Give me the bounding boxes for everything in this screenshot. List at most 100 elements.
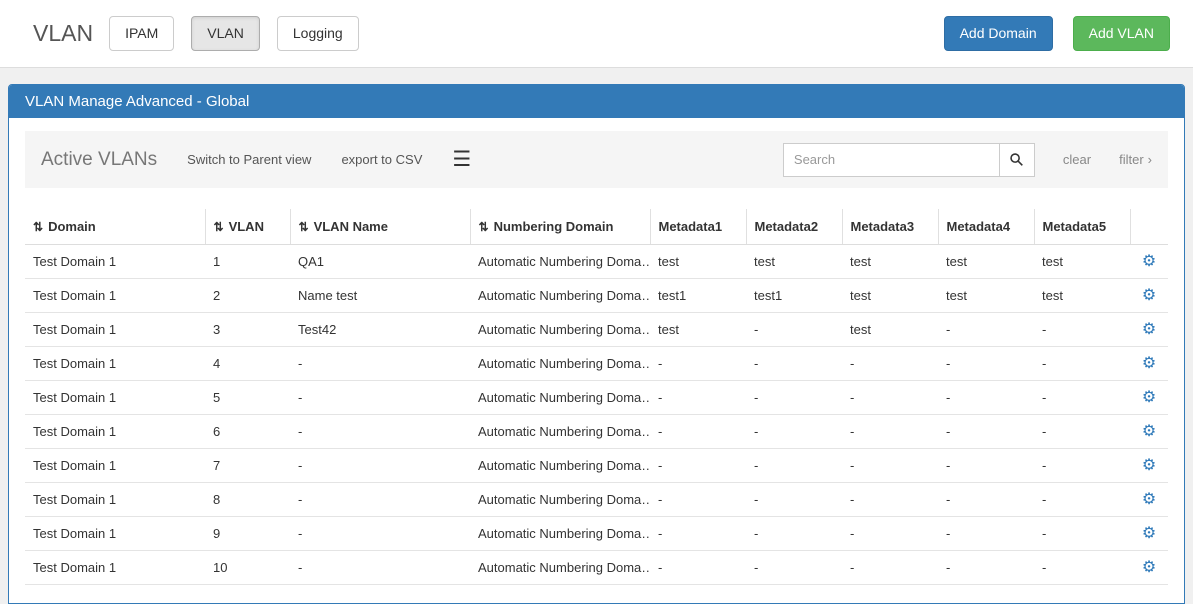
table-row: Test Domain 16-Automatic Numbering Doma……: [25, 415, 1168, 449]
column-header-actions: [1130, 209, 1168, 245]
table-body: Test Domain 11QA1Automatic Numbering Dom…: [25, 245, 1168, 585]
table-cell: -: [938, 347, 1034, 381]
table-cell: Automatic Numbering Doma…: [470, 279, 650, 313]
column-header-metadata1: Metadata1: [650, 209, 746, 245]
sort-icon: ⇅: [479, 220, 489, 234]
table-cell: -: [938, 381, 1034, 415]
table-cell: -: [746, 449, 842, 483]
row-actions-cell: ⚙: [1130, 381, 1168, 415]
table-cell: 9: [205, 517, 290, 551]
table-cell: Automatic Numbering Doma…: [470, 449, 650, 483]
table-cell: Automatic Numbering Doma…: [470, 381, 650, 415]
table-cell: -: [938, 483, 1034, 517]
table-cell: -: [842, 415, 938, 449]
switch-parent-view-link[interactable]: Switch to Parent view: [187, 152, 311, 167]
column-header-metadata3: Metadata3: [842, 209, 938, 245]
row-actions-cell: ⚙: [1130, 551, 1168, 585]
table-header-row: ⇅Domain⇅VLAN⇅VLAN Name⇅Numbering DomainM…: [25, 209, 1168, 245]
table-cell: -: [1034, 313, 1130, 347]
nav-button-vlan[interactable]: VLAN: [191, 16, 260, 52]
table-row: Test Domain 15-Automatic Numbering Doma……: [25, 381, 1168, 415]
nav-button-logging[interactable]: Logging: [277, 16, 359, 52]
table-cell: 10: [205, 551, 290, 585]
toolbar-heading: Active VLANs: [41, 149, 157, 171]
search-button[interactable]: [999, 143, 1035, 177]
gear-icon[interactable]: ⚙: [1142, 355, 1156, 372]
search-group: [783, 143, 1035, 177]
table-cell: -: [746, 313, 842, 347]
table-cell: -: [290, 517, 470, 551]
gear-icon[interactable]: ⚙: [1142, 457, 1156, 474]
table-cell: Test42: [290, 313, 470, 347]
table-cell: -: [1034, 551, 1130, 585]
table-cell: Test Domain 1: [25, 279, 205, 313]
gear-icon[interactable]: ⚙: [1142, 525, 1156, 542]
table-cell: -: [650, 415, 746, 449]
table-cell: -: [290, 381, 470, 415]
table-cell: -: [650, 483, 746, 517]
table-cell: Automatic Numbering Doma…: [470, 483, 650, 517]
row-actions-cell: ⚙: [1130, 279, 1168, 313]
nav-button-ipam[interactable]: IPAM: [109, 16, 174, 52]
column-header-vlan[interactable]: ⇅VLAN: [205, 209, 290, 245]
table-cell: -: [842, 517, 938, 551]
row-actions-cell: ⚙: [1130, 517, 1168, 551]
gear-icon[interactable]: ⚙: [1142, 287, 1156, 304]
table-cell: 3: [205, 313, 290, 347]
table-cell: Test Domain 1: [25, 517, 205, 551]
panel-body: Active VLANs Switch to Parent view expor…: [9, 118, 1184, 585]
gear-icon[interactable]: ⚙: [1142, 389, 1156, 406]
table-cell: Automatic Numbering Doma…: [470, 245, 650, 279]
export-csv-link[interactable]: export to CSV: [341, 152, 422, 167]
table-cell: test: [842, 279, 938, 313]
add-domain-button[interactable]: Add Domain: [944, 16, 1053, 52]
row-actions-cell: ⚙: [1130, 483, 1168, 517]
vlan-table: ⇅Domain⇅VLAN⇅VLAN Name⇅Numbering DomainM…: [25, 209, 1168, 585]
hamburger-menu-icon[interactable]: ☰: [452, 149, 471, 170]
toolbar-end-links: clear filter›: [1035, 152, 1152, 167]
clear-link[interactable]: clear: [1063, 152, 1091, 167]
table-row: Test Domain 17-Automatic Numbering Doma……: [25, 449, 1168, 483]
table-cell: Automatic Numbering Doma…: [470, 313, 650, 347]
gear-icon[interactable]: ⚙: [1142, 253, 1156, 270]
table-cell: -: [650, 517, 746, 551]
column-header-vlan-name[interactable]: ⇅VLAN Name: [290, 209, 470, 245]
gear-icon[interactable]: ⚙: [1142, 491, 1156, 508]
filter-label: filter: [1119, 152, 1144, 167]
nav-button-group: IPAM VLAN Logging: [109, 16, 359, 52]
table-cell: 2: [205, 279, 290, 313]
table-cell: -: [290, 551, 470, 585]
sort-icon: ⇅: [33, 220, 43, 234]
table-cell: -: [746, 415, 842, 449]
sort-icon: ⇅: [214, 220, 224, 234]
table-cell: -: [650, 347, 746, 381]
table-cell: 4: [205, 347, 290, 381]
filter-link[interactable]: filter›: [1119, 152, 1152, 167]
table-cell: -: [938, 313, 1034, 347]
column-header-domain[interactable]: ⇅Domain: [25, 209, 205, 245]
add-vlan-button[interactable]: Add VLAN: [1073, 16, 1170, 52]
table-cell: test: [650, 245, 746, 279]
column-header-numbering-domain[interactable]: ⇅Numbering Domain: [470, 209, 650, 245]
table-cell: -: [290, 415, 470, 449]
table-cell: Test Domain 1: [25, 415, 205, 449]
gear-icon[interactable]: ⚙: [1142, 423, 1156, 440]
table-row: Test Domain 19-Automatic Numbering Doma……: [25, 517, 1168, 551]
vlan-panel: VLAN Manage Advanced - Global Active VLA…: [8, 84, 1185, 604]
table-cell: Automatic Numbering Doma…: [470, 347, 650, 381]
table-cell: test: [938, 279, 1034, 313]
search-input[interactable]: [783, 143, 999, 177]
column-header-metadata2: Metadata2: [746, 209, 842, 245]
sort-icon: ⇅: [299, 220, 309, 234]
top-bar: VLAN IPAM VLAN Logging Add Domain Add VLAN: [0, 0, 1193, 68]
table-cell: test: [842, 245, 938, 279]
table-cell: test: [1034, 245, 1130, 279]
table-cell: 1: [205, 245, 290, 279]
page-title: VLAN: [33, 20, 93, 47]
table-cell: -: [290, 449, 470, 483]
gear-icon[interactable]: ⚙: [1142, 321, 1156, 338]
gear-icon[interactable]: ⚙: [1142, 559, 1156, 576]
row-actions-cell: ⚙: [1130, 245, 1168, 279]
table-cell: Test Domain 1: [25, 381, 205, 415]
table-cell: Automatic Numbering Doma…: [470, 415, 650, 449]
